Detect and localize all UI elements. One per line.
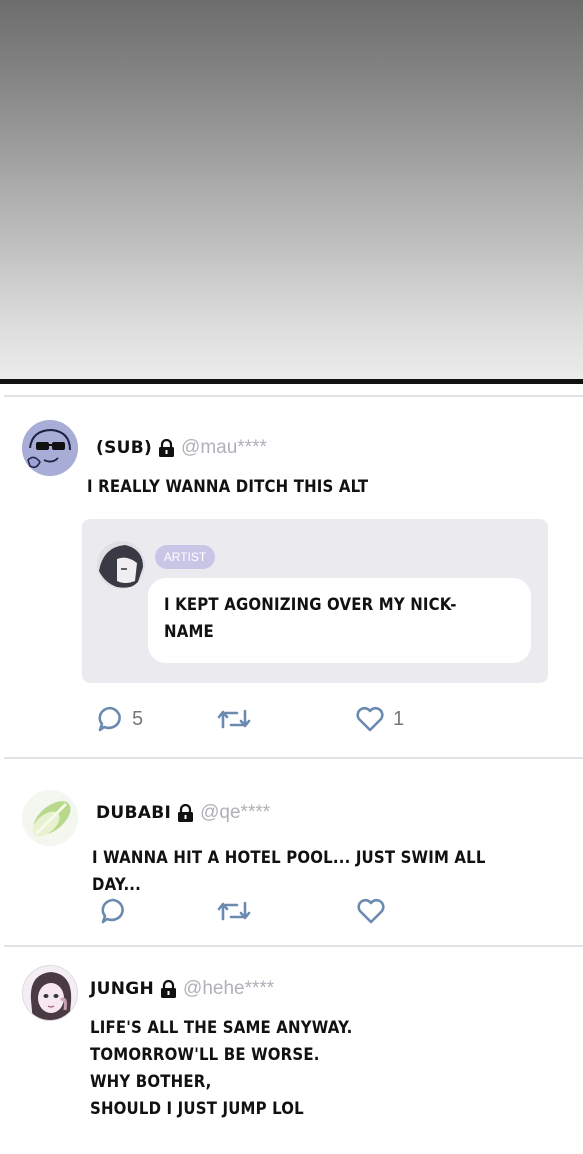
username[interactable]: JUNGH xyxy=(90,979,154,999)
divider xyxy=(4,945,583,947)
post-text: I REALLY WANNA DITCH THIS ALT xyxy=(87,477,369,497)
user-handle[interactable]: @mau**** xyxy=(181,437,267,459)
heart-icon xyxy=(356,897,386,925)
reply-button[interactable]: 5 xyxy=(96,705,143,733)
avatar-dubabi[interactable] xyxy=(22,790,78,846)
lock-icon xyxy=(178,804,194,822)
user-handle[interactable]: @qe**** xyxy=(200,802,270,824)
reply-count: 5 xyxy=(132,707,144,730)
retweet-icon xyxy=(217,897,251,925)
quote-text: I KEPT AGONIZING OVER MY NICK- NAME xyxy=(164,595,457,642)
retweet-button[interactable] xyxy=(217,897,251,925)
username[interactable]: DUBABI xyxy=(96,803,171,823)
like-button[interactable] xyxy=(356,897,386,925)
sunglasses-face-icon xyxy=(22,420,78,476)
reply-icon xyxy=(96,705,124,733)
like-button[interactable]: 1 xyxy=(355,705,404,733)
retweet-button[interactable] xyxy=(217,705,251,733)
like-count: 1 xyxy=(393,707,405,730)
reply-button[interactable] xyxy=(99,897,127,925)
panel-border xyxy=(0,379,583,384)
avatar-jungh[interactable] xyxy=(22,965,78,1021)
divider xyxy=(4,757,583,759)
lock-icon xyxy=(159,439,175,457)
retweet-icon xyxy=(217,705,251,733)
post-actions: 5 1 xyxy=(0,705,583,735)
avatar-artist[interactable] xyxy=(97,541,145,589)
manga-panel-gradient xyxy=(0,0,583,380)
heart-icon xyxy=(355,705,385,733)
artist-avatar-icon xyxy=(97,541,145,589)
cabbage-icon xyxy=(22,790,78,846)
reply-icon xyxy=(99,897,127,925)
user-handle[interactable]: @hehe**** xyxy=(183,978,274,1000)
post-text: I WANNA HIT A HOTEL POOL... JUST SWIM AL… xyxy=(92,848,486,895)
username[interactable]: (SUB) xyxy=(96,438,152,458)
divider xyxy=(4,395,583,397)
post-actions xyxy=(0,897,583,927)
girl-avatar-icon xyxy=(23,966,77,1020)
post-text: LIFE'S ALL THE SAME ANYWAY. TOMORROW'LL … xyxy=(90,1018,353,1119)
artist-badge: ARTIST xyxy=(155,545,215,569)
lock-icon xyxy=(161,980,177,998)
avatar-sub[interactable] xyxy=(22,420,78,476)
